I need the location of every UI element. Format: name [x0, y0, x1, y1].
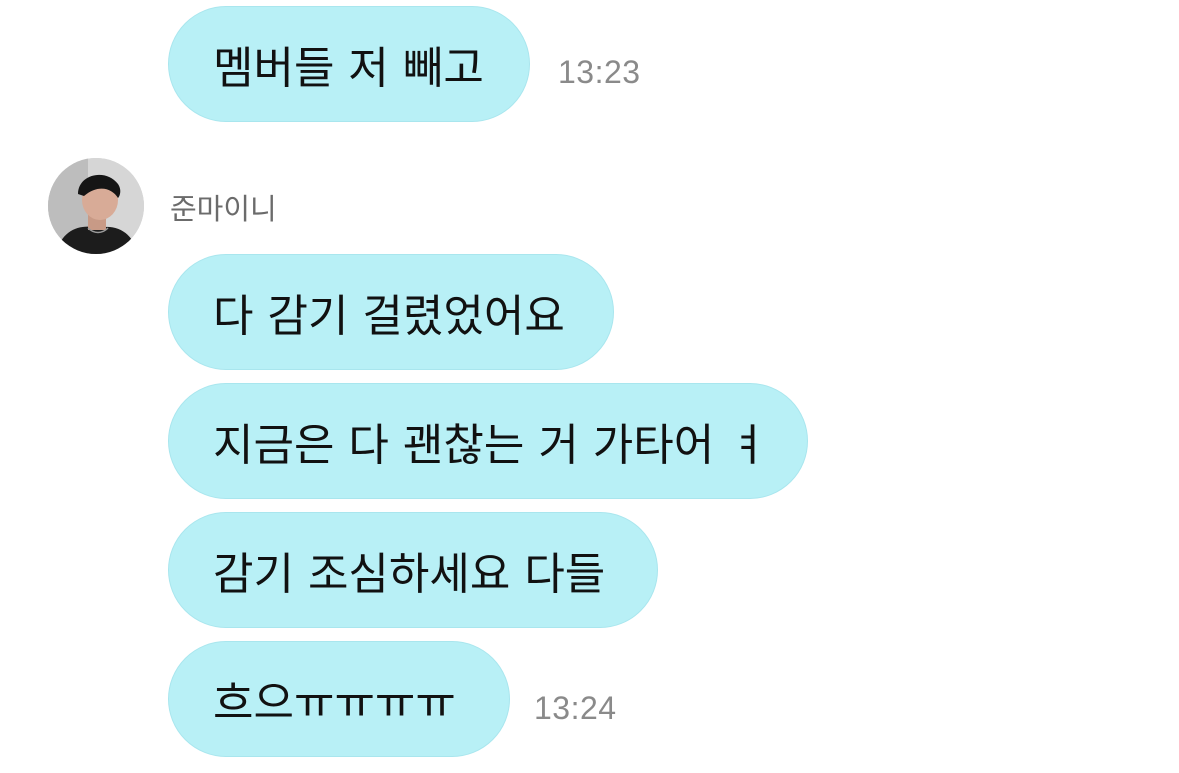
message-text: 흐으ㅠㅠㅠㅠ [213, 678, 456, 729]
message-timestamp: 13:24 [534, 690, 617, 726]
message-bubble[interactable]: 멤버들 저 빼고 [168, 6, 530, 122]
message-bubble[interactable]: 흐으ㅠㅠㅠㅠ [168, 641, 510, 757]
message-text: 감기 조심하세요 다들 [213, 549, 606, 600]
message-text: 멤버들 저 빼고 [213, 43, 484, 94]
profile-photo-avatar [48, 158, 144, 254]
message-text: 지금은 다 괜찮는 거 가타어 ㅕ [213, 420, 769, 471]
message-timestamp: 13:23 [558, 54, 641, 90]
message-bubble[interactable]: 다 감기 걸렸었어요 [168, 254, 614, 370]
message-bubble[interactable]: 감기 조심하세요 다들 [168, 512, 658, 628]
message-bubble[interactable]: 지금은 다 괜찮는 거 가타어 ㅕ [168, 383, 808, 499]
sender-name: 준마이니 [170, 192, 277, 226]
sender-avatar[interactable] [48, 158, 144, 254]
message-text: 다 감기 걸렸었어요 [213, 291, 565, 342]
